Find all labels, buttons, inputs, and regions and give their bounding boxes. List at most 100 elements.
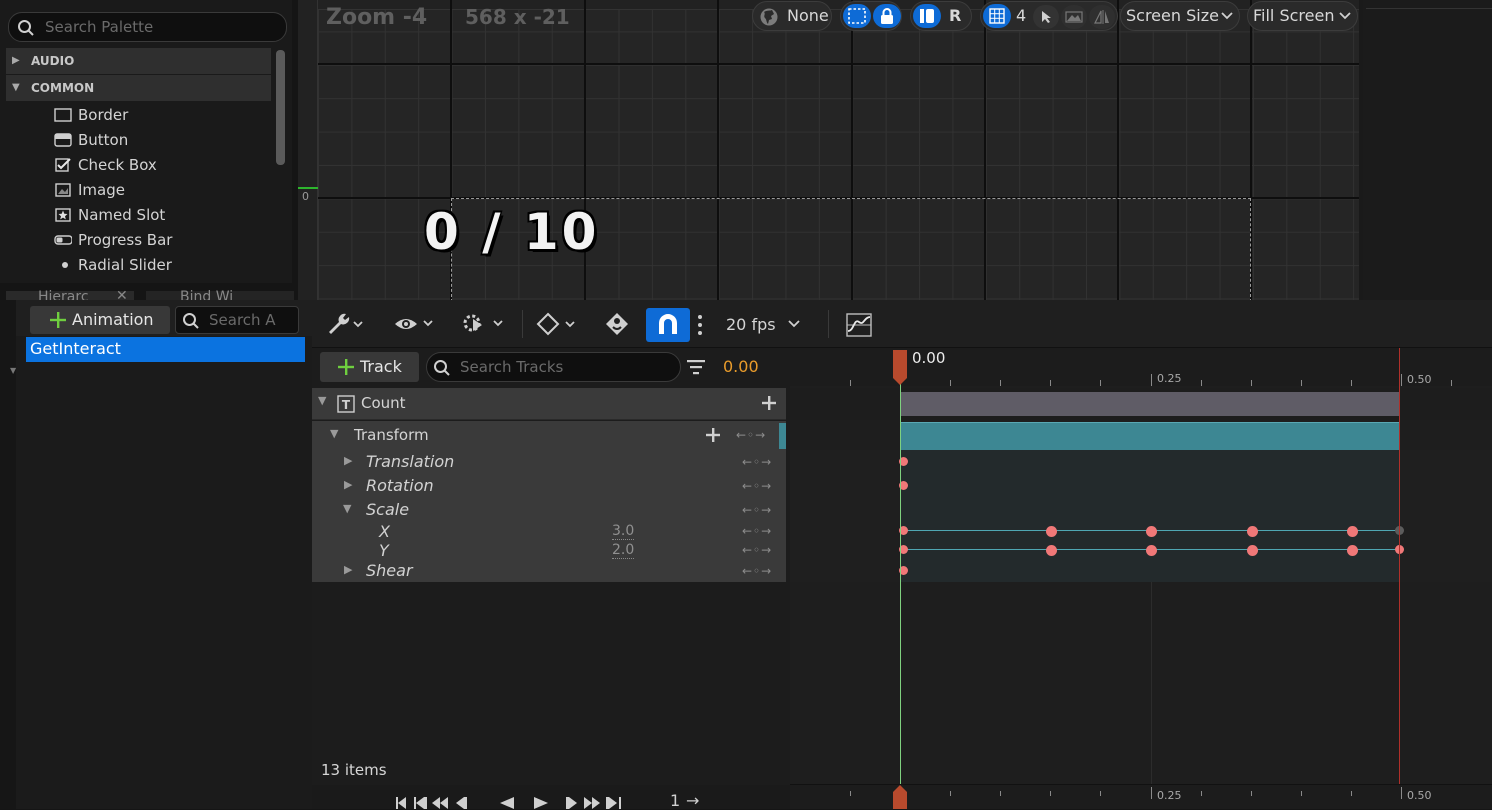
current-time-field[interactable]: 0.00: [723, 357, 759, 376]
keyframe[interactable]: [1247, 526, 1258, 537]
grid-snap-toggle[interactable]: [983, 4, 1011, 28]
animation-item-getinteract[interactable]: GetInteract: [26, 337, 305, 362]
fill-screen-dropdown[interactable]: Fill Screen: [1247, 1, 1358, 31]
track-row-scale-x[interactable]: X 3.0 ←◦→: [312, 522, 786, 541]
keyframe-nav-icons[interactable]: ←◦→: [742, 564, 772, 578]
key-tag-icon[interactable]: [604, 312, 630, 336]
grid-snap-value[interactable]: 4: [1016, 6, 1026, 25]
track-row-translation[interactable]: ▶ Translation ←◦→: [312, 450, 786, 474]
ruler-tick: [950, 380, 951, 386]
keyframe-nav-icons[interactable]: ←◦→: [742, 543, 772, 557]
ruler-label: 0.50: [1407, 789, 1432, 802]
category-label: AUDIO: [31, 54, 75, 68]
keyframe-nav-icons[interactable]: ←◦→: [736, 428, 766, 442]
count-section-bar[interactable]: [901, 392, 1399, 416]
background-toggle-button[interactable]: [1061, 5, 1087, 29]
playhead-handle-bottom[interactable]: [892, 785, 908, 809]
palette-item-label: Button: [78, 131, 129, 149]
ruler-tick: [1100, 380, 1101, 386]
wrench-icon[interactable]: [326, 312, 364, 336]
screen-size-dropdown[interactable]: Screen Size: [1120, 1, 1240, 31]
ruler-major-tick: [1401, 374, 1402, 386]
snapping-toggle[interactable]: [646, 308, 690, 342]
filter-icon[interactable]: [686, 359, 706, 375]
keyframe[interactable]: [1347, 545, 1358, 556]
flow-layout-button[interactable]: [913, 4, 941, 28]
left-ruler[interactable]: 0: [298, 0, 318, 300]
keyframe[interactable]: [1146, 545, 1157, 556]
playhead-handle[interactable]: [892, 350, 908, 386]
curve-editor-icon[interactable]: [846, 313, 872, 337]
loop-arrow-icon[interactable]: →: [686, 791, 699, 810]
add-track-icon[interactable]: [762, 396, 776, 410]
start-range-marker[interactable]: [900, 384, 901, 784]
keyframe[interactable]: [1146, 526, 1157, 537]
palette-item-label: Named Slot: [78, 206, 166, 224]
keyframe-diamond-icon[interactable]: [536, 312, 580, 336]
chevron-down-icon[interactable]: [788, 320, 800, 328]
keyframe[interactable]: [1347, 526, 1358, 537]
ruler-zero-label: 0: [302, 190, 309, 203]
track-row-shear[interactable]: ▶ Shear ←◦→: [312, 560, 786, 582]
add-key-icon[interactable]: [706, 428, 720, 442]
marquee-select-button[interactable]: [843, 4, 871, 28]
eye-icon[interactable]: [394, 314, 438, 334]
image-icon: [55, 183, 71, 197]
track-row-rotation[interactable]: ▶ Rotation ←◦→: [312, 474, 786, 498]
palette-item-label: Image: [78, 181, 125, 199]
time-ruler-bottom[interactable]: 0.25 0.50: [790, 784, 1492, 809]
category-common[interactable]: ▼ COMMON: [6, 75, 271, 101]
category-audio[interactable]: ▶ AUDIO: [6, 48, 271, 74]
add-track-label: Track: [360, 357, 402, 376]
keyframe-nav-icons[interactable]: ←◦→: [742, 503, 772, 517]
transform-channel-lanes[interactable]: [901, 450, 1399, 582]
playback-frame-label: 1: [670, 791, 681, 810]
toolbar-separator: [522, 310, 523, 338]
palette-search-input[interactable]: Search Palette: [8, 12, 287, 42]
playback-buttons[interactable]: [394, 795, 714, 809]
keyframe[interactable]: [1046, 526, 1057, 537]
flip-icon: [1094, 10, 1109, 24]
keyframe[interactable]: [1046, 545, 1057, 556]
animation-search-placeholder: Search A: [209, 311, 276, 329]
localization-preview-dropdown[interactable]: None: [752, 1, 832, 31]
screen-size-label: Screen Size: [1126, 6, 1219, 25]
palette-item-label: Check Box: [78, 156, 157, 174]
end-range-marker[interactable]: [1399, 348, 1400, 788]
keyframe[interactable]: [1247, 545, 1258, 556]
track-label: X: [379, 522, 390, 541]
count-text-widget[interactable]: 0 / 10: [424, 203, 599, 261]
marquee-lock-group: [840, 1, 902, 31]
add-track-button[interactable]: Track: [320, 352, 419, 382]
playback-settings-icon[interactable]: [460, 311, 508, 337]
dashed-rect-icon: [848, 8, 866, 24]
lock-button[interactable]: [873, 4, 901, 28]
lock-icon: [881, 8, 893, 24]
localization-label: None: [787, 6, 829, 25]
keyframe-nav-icons[interactable]: ←◦→: [742, 479, 772, 493]
track-row-scale-y[interactable]: Y 2.0 ←◦→: [312, 541, 786, 560]
respawn-button[interactable]: R: [949, 6, 961, 25]
collapsed-arrow-icon: ▼: [10, 366, 17, 375]
palette-scrollbar[interactable]: [276, 50, 285, 165]
keyframe-nav-icons[interactable]: ←◦→: [742, 524, 772, 538]
frame-rate-dropdown[interactable]: 20 fps: [726, 315, 776, 334]
animations-panel: Animation Search A GetInteract ▼: [0, 300, 312, 809]
track-row-scale[interactable]: ▼ Scale ←◦→: [312, 498, 786, 522]
animation-search-input[interactable]: Search A: [175, 306, 299, 334]
track-search-input[interactable]: Search Tracks: [426, 352, 681, 382]
track-label: Transform: [354, 426, 429, 444]
track-row-transform[interactable]: ▼ Transform ←◦→: [312, 421, 786, 450]
keyframe-nav-icons[interactable]: ←◦→: [742, 455, 772, 469]
transform-section-bar[interactable]: [901, 422, 1399, 450]
flip-toggle-button[interactable]: [1089, 5, 1115, 29]
border-icon: [54, 108, 72, 122]
scale-y-value[interactable]: 2.0: [612, 542, 635, 559]
select-mode-button[interactable]: [1033, 5, 1059, 29]
timeline-area[interactable]: 0.25 0.50 0.00 0.25 0.50: [790, 348, 1492, 809]
widget-size-label: 568 x -21: [465, 5, 570, 29]
track-row-count[interactable]: ▼ T Count: [312, 388, 786, 420]
more-options-icon[interactable]: [696, 314, 704, 336]
scale-x-value[interactable]: 3.0: [612, 523, 635, 540]
add-animation-button[interactable]: Animation: [30, 306, 170, 334]
